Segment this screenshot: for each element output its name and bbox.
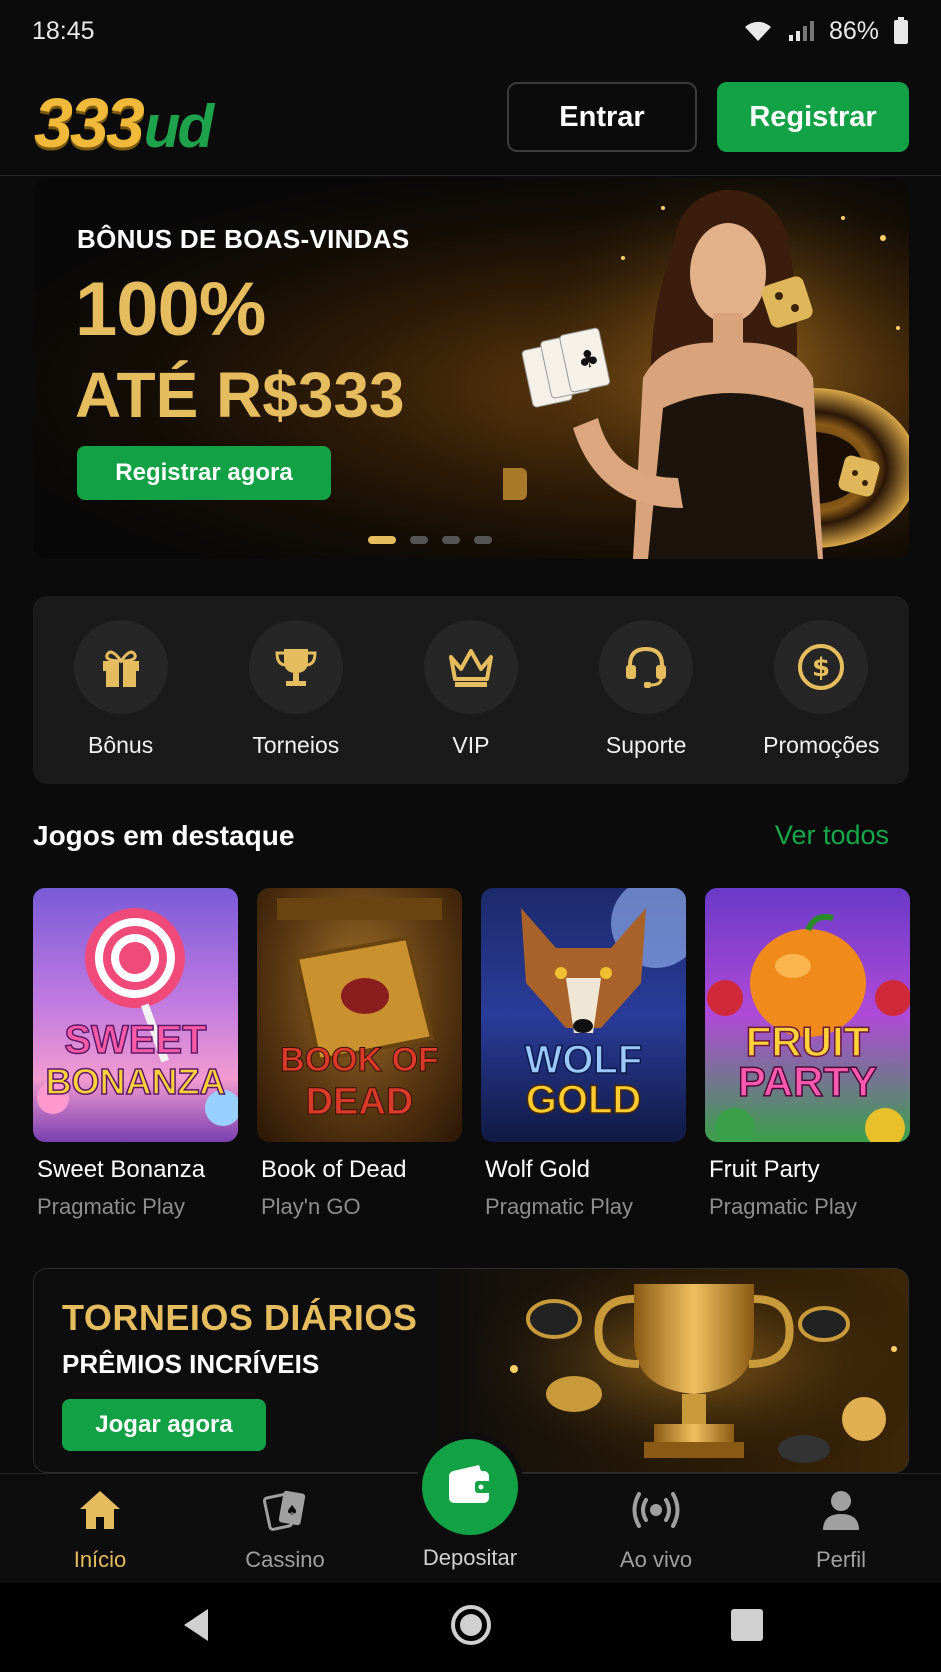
- carousel-indicator: [368, 536, 492, 544]
- carousel-dot[interactable]: [410, 536, 428, 544]
- game-thumbnail[interactable]: WOLF GOLD: [481, 888, 686, 1142]
- tournament-title: TORNEIOS DIÁRIOS: [62, 1297, 418, 1338]
- nav-casino[interactable]: ♠ Cassino: [215, 1488, 355, 1573]
- quick-item-label: VIP: [452, 732, 490, 758]
- nav-live[interactable]: Ao vivo: [586, 1488, 726, 1573]
- hero-subtitle: BÔNUS DE BOAS-VINDAS: [77, 224, 410, 254]
- battery-icon: [893, 17, 909, 45]
- game-card-wolf-gold[interactable]: WOLF GOLD Wolf Gold Pragmatic Play: [481, 888, 686, 1220]
- see-all-link[interactable]: Ver todos: [775, 820, 889, 851]
- playing-cards-icon: ♠: [261, 1488, 309, 1537]
- welcome-bonus-banner[interactable]: ♣ BÔNUS DE BOAS-VINDAS 100% ATÉ R$333 Re…: [33, 178, 909, 559]
- user-icon: [819, 1488, 863, 1537]
- signal-icon: [787, 19, 815, 43]
- nav-label: Perfil: [815, 1547, 867, 1572]
- game-art-title: GOLD: [525, 1077, 642, 1123]
- casino-hostess-illustration: ♣: [503, 178, 909, 559]
- tournament-subtitle: PRÊMIOS INCRÍVEIS: [62, 1349, 320, 1379]
- game-card-sweet-bonanza[interactable]: SWEET BONANZA Sweet Bonanza Pragmatic Pl…: [33, 888, 238, 1220]
- deposit-label: Depositar: [422, 1545, 518, 1570]
- game-name: Sweet Bonanza: [37, 1156, 206, 1183]
- carousel-dot[interactable]: [442, 536, 460, 544]
- game-thumbnail[interactable]: SWEET BONANZA: [33, 888, 238, 1142]
- quick-item-bonus[interactable]: Bônus: [41, 620, 201, 784]
- game-provider: Pragmatic Play: [485, 1194, 633, 1219]
- game-thumbnail[interactable]: FRUIT PARTY: [705, 888, 910, 1142]
- quick-item-label: Suporte: [605, 732, 687, 758]
- quick-item-label: Promoções: [763, 732, 880, 758]
- game-art-title: BONANZA: [45, 1060, 226, 1103]
- game-provider: Pragmatic Play: [709, 1194, 857, 1219]
- status-time: 18:45: [32, 16, 95, 45]
- gift-icon: [73, 620, 168, 714]
- dollar-coin-icon: $: [774, 620, 869, 714]
- game-art-title: BOOK OF: [280, 1041, 440, 1080]
- home-button-icon[interactable]: [450, 1604, 492, 1651]
- trophy-chips-illustration: [474, 1269, 908, 1472]
- featured-games-title: Jogos em destaque: [33, 820, 295, 851]
- game-art-title: DEAD: [305, 1081, 414, 1124]
- system-navigation-bar: [0, 1583, 941, 1672]
- game-provider: Pragmatic Play: [37, 1194, 185, 1219]
- nav-label: Cassino: [245, 1547, 325, 1572]
- battery-percent: 86%: [828, 16, 879, 45]
- brand-logo[interactable]: 333 ud: [34, 84, 214, 162]
- game-provider: Play'n GO: [261, 1194, 361, 1219]
- logo-suffix: ud: [143, 93, 214, 160]
- crown-icon: [423, 620, 518, 714]
- wifi-icon: [743, 19, 773, 43]
- game-name: Wolf Gold: [485, 1156, 590, 1183]
- game-art-title: WOLF: [524, 1037, 643, 1083]
- nav-profile[interactable]: Perfil: [771, 1488, 911, 1573]
- register-now-button[interactable]: Registrar agora: [77, 446, 331, 500]
- quick-item-tournaments[interactable]: Torneios: [216, 620, 376, 784]
- nav-home[interactable]: Início: [30, 1488, 170, 1573]
- quick-item-support[interactable]: Suporte: [566, 620, 726, 784]
- wallet-icon: [447, 1464, 493, 1510]
- carousel-dot[interactable]: [474, 536, 492, 544]
- svg-text:♠: ♠: [286, 1503, 299, 1519]
- game-name: Fruit Party: [709, 1156, 820, 1183]
- logo-number: 333: [34, 84, 145, 162]
- quick-item-label: Bônus: [87, 732, 154, 758]
- live-broadcast-icon: [630, 1488, 682, 1537]
- quick-item-vip[interactable]: VIP: [391, 620, 551, 784]
- status-bar: 18:45 86%: [0, 0, 941, 62]
- play-now-button[interactable]: Jogar agora: [62, 1399, 266, 1451]
- game-card-book-of-dead[interactable]: BOOK OF DEAD Book of Dead Play'n GO: [257, 888, 462, 1220]
- nav-label: Início: [73, 1547, 127, 1572]
- game-thumbnail[interactable]: BOOK OF DEAD: [257, 888, 462, 1142]
- quick-menu: Bônus Torneios VIP Suporte $ Promoções: [33, 596, 909, 784]
- hero-percent: 100%: [75, 267, 266, 352]
- game-art-title: PARTY: [737, 1058, 878, 1105]
- game-art-title: SWEET: [64, 1017, 208, 1063]
- recents-icon[interactable]: [730, 1608, 764, 1647]
- featured-games-list: SWEET BONANZA Sweet Bonanza Pragmatic Pl…: [33, 888, 910, 1220]
- register-button[interactable]: Registrar: [717, 82, 909, 152]
- app-header: 333 ud Entrar Registrar: [0, 62, 941, 176]
- status-icons: 86%: [743, 17, 909, 46]
- game-card-fruit-party[interactable]: FRUIT PARTY Fruit Party Pragmatic Play: [705, 888, 910, 1220]
- trophy-icon: [248, 620, 343, 714]
- quick-item-promotions[interactable]: $ Promoções: [741, 620, 901, 784]
- back-icon[interactable]: [180, 1607, 212, 1648]
- headset-icon: [599, 620, 694, 714]
- carousel-dot[interactable]: [368, 536, 396, 544]
- home-icon: [77, 1488, 123, 1537]
- quick-item-label: Torneios: [252, 732, 340, 758]
- svg-text:$: $: [812, 653, 830, 683]
- deposit-button[interactable]: [422, 1439, 518, 1535]
- login-button[interactable]: Entrar: [507, 82, 697, 152]
- nav-label: Ao vivo: [619, 1547, 693, 1572]
- game-name: Book of Dead: [261, 1156, 407, 1183]
- hero-amount: ATÉ R$333: [75, 359, 405, 431]
